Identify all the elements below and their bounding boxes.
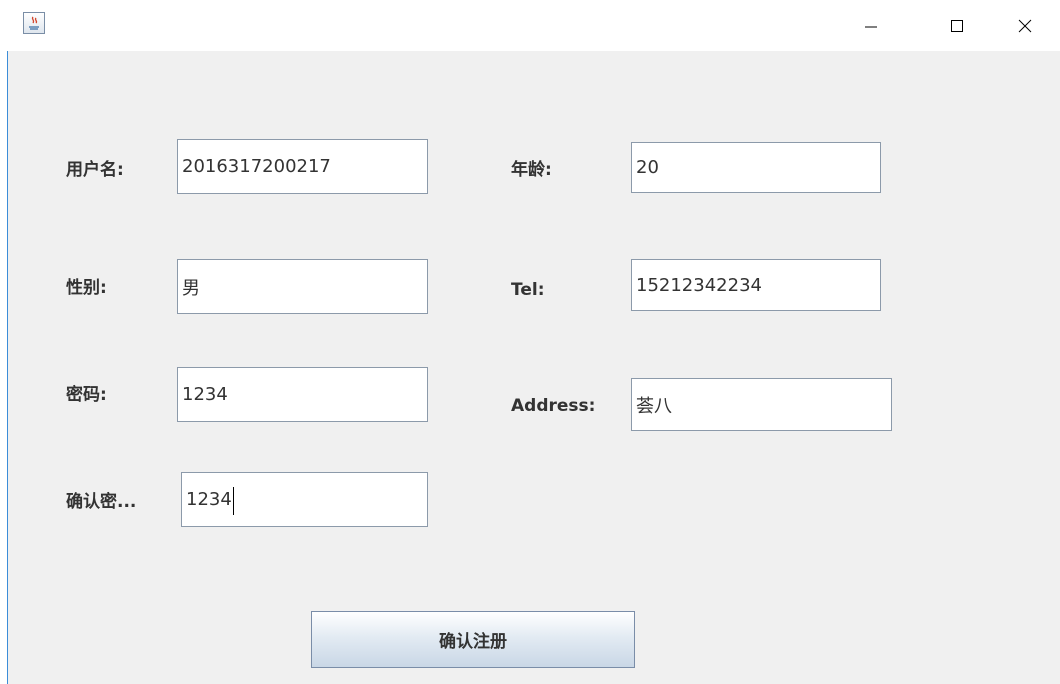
gender-field[interactable] bbox=[177, 259, 428, 314]
minimize-button[interactable] bbox=[848, 0, 894, 51]
confirm-register-button[interactable]: 确认注册 bbox=[311, 611, 635, 668]
gender-label: 性别: bbox=[66, 278, 107, 298]
register-window: 用户名: 年龄: 性别: Tel: 密码: Address: 确认密... 确认… bbox=[0, 0, 1060, 684]
address-label: Address: bbox=[511, 396, 596, 416]
username-field[interactable] bbox=[177, 139, 428, 194]
age-field[interactable] bbox=[631, 142, 881, 193]
password-label: 密码: bbox=[66, 385, 107, 405]
text-caret bbox=[233, 487, 234, 515]
maximize-button[interactable] bbox=[934, 0, 980, 51]
confirm-password-label: 确认密... bbox=[66, 492, 137, 512]
address-field[interactable] bbox=[631, 378, 892, 431]
age-label: 年龄: bbox=[511, 160, 552, 180]
java-app-icon bbox=[23, 12, 45, 34]
tel-label: Tel: bbox=[511, 280, 545, 300]
confirm-password-field[interactable] bbox=[181, 472, 428, 527]
tel-field[interactable] bbox=[631, 259, 881, 311]
username-label: 用户名: bbox=[66, 160, 124, 180]
close-button[interactable] bbox=[1002, 0, 1048, 51]
close-icon bbox=[1018, 19, 1032, 32]
password-field[interactable] bbox=[177, 367, 428, 422]
maximize-icon bbox=[951, 19, 963, 32]
minimize-icon bbox=[865, 26, 877, 27]
title-bar[interactable] bbox=[0, 0, 1060, 51]
window-left-border bbox=[0, 51, 8, 684]
